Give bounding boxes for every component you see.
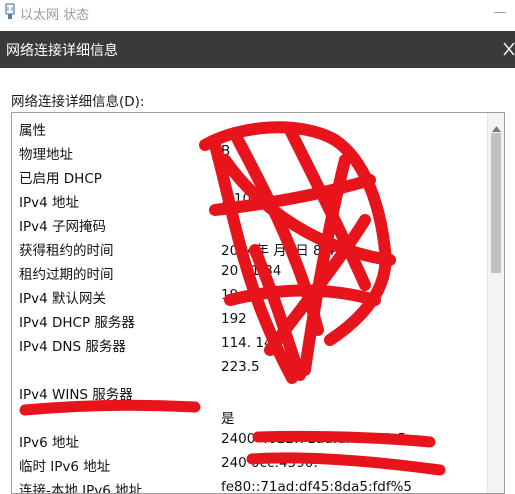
detail-property: 连接-本地 IPv6 地址 bbox=[19, 483, 143, 494]
network-adapter-icon bbox=[3, 3, 17, 25]
details-group-label: 网络连接详细信息(D): bbox=[11, 94, 145, 110]
detail-value: 2400 4022:71ad:df45:8da5: bbox=[221, 431, 411, 447]
detail-property: IPv4 默认网关 bbox=[19, 291, 106, 307]
detail-value: 1.107 bbox=[221, 191, 260, 207]
detail-row[interactable]: 物理地址 B bbox=[12, 140, 486, 164]
detail-row[interactable]: 连接-本地 IPv6 地址 fe80::71ad:df45:8da5:fdf%5 bbox=[12, 476, 486, 494]
detail-row[interactable]: IPv4 默认网关 19 bbox=[12, 284, 486, 308]
detail-value: 223.5 bbox=[221, 359, 260, 375]
detail-value: 20 41:34 bbox=[221, 263, 282, 279]
detail-row[interactable]: IPv4 子网掩码 bbox=[12, 212, 486, 236]
vertical-scrollbar[interactable] bbox=[487, 113, 504, 493]
close-icon[interactable] bbox=[503, 42, 515, 60]
detail-row[interactable]: IPv4 DNS 服务器 114. 14 bbox=[12, 332, 486, 356]
detail-value: fe80::71ad:df45:8da5:fdf%5 bbox=[221, 479, 413, 494]
detail-value: 是 bbox=[221, 411, 235, 427]
minimize-button[interactable] bbox=[494, 12, 506, 13]
detail-row[interactable]: IPv4 地址 1.107 bbox=[12, 188, 486, 212]
detail-property: IPv4 DNS 服务器 bbox=[19, 339, 126, 355]
detail-value: 2024年 月2日 8:4 bbox=[221, 243, 335, 259]
detail-row[interactable]: 租约过期的时间 20 41:34 bbox=[12, 260, 486, 284]
detail-property: IPv4 子网掩码 bbox=[19, 219, 106, 235]
scrollbar-thumb[interactable] bbox=[491, 133, 501, 273]
detail-property: IPv4 地址 bbox=[19, 195, 79, 211]
detail-row[interactable]: 属性 bbox=[12, 116, 486, 140]
detail-row[interactable]: IPv4 WINS 服务器 bbox=[12, 380, 486, 404]
window-title: 以太网 状态 bbox=[20, 8, 90, 23]
detail-value: 240 0cc:4590: bbox=[221, 455, 318, 471]
detail-property: IPv4 WINS 服务器 bbox=[19, 387, 133, 403]
detail-value: 114. 14 bbox=[221, 335, 273, 351]
detail-row[interactable]: IPv4 DHCP 服务器 192 bbox=[12, 308, 486, 332]
detail-value: B bbox=[221, 143, 231, 159]
detail-property: 已启用 DHCP bbox=[19, 171, 102, 187]
detail-property: 物理地址 bbox=[19, 147, 73, 163]
detail-row[interactable]: 223.5 bbox=[12, 356, 486, 380]
detail-property: 租约过期的时间 bbox=[19, 267, 114, 283]
detail-value: 192 bbox=[221, 311, 247, 327]
detail-property: 临时 IPv6 地址 bbox=[19, 459, 111, 475]
detail-value: 19 bbox=[221, 287, 239, 303]
dialog-title: 网络连接详细信息 bbox=[6, 43, 118, 59]
detail-property: 属性 bbox=[19, 123, 46, 139]
detail-property: IPv4 DHCP 服务器 bbox=[19, 315, 135, 331]
dialog-titlebar: 网络连接详细信息 bbox=[0, 31, 515, 68]
details-listview[interactable]: 属性物理地址 B 已启用 DHCP IPv4 地址 1.107 IPv4 子网掩码 获得租约… bbox=[11, 112, 505, 494]
detail-row[interactable]: 获得租约的时间 2024年 月2日 8:4 bbox=[12, 236, 486, 260]
detail-row[interactable]: 临时 IPv6 地址 240 0cc:4590: bbox=[12, 452, 486, 476]
detail-property: IPv6 地址 bbox=[19, 435, 79, 451]
window-titlebar: 以太网 状态 bbox=[0, 0, 515, 26]
detail-row[interactable]: 是 bbox=[12, 404, 486, 428]
detail-property: 获得租约的时间 bbox=[19, 243, 114, 259]
detail-row[interactable]: IPv6 地址 2400 4022:71ad:df45:8da5: bbox=[12, 428, 486, 452]
detail-row[interactable]: 已启用 DHCP bbox=[12, 164, 486, 188]
